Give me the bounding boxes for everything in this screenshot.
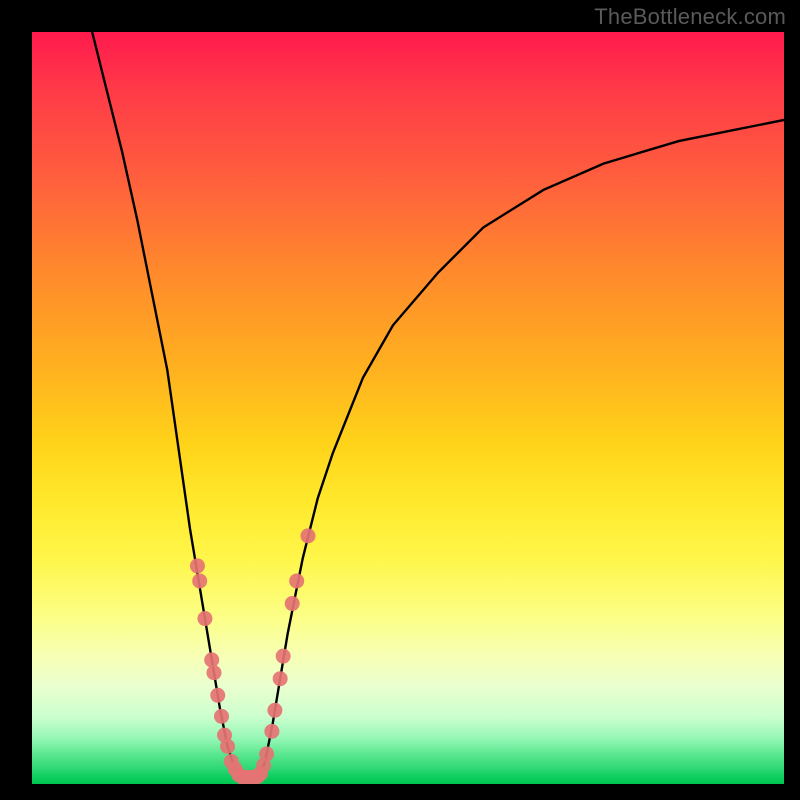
data-dot — [206, 665, 221, 680]
data-dot — [204, 652, 219, 667]
data-dot — [285, 596, 300, 611]
data-dot — [197, 611, 212, 626]
data-dot — [300, 528, 315, 543]
data-dot — [273, 671, 288, 686]
data-dot — [264, 724, 279, 739]
data-dot — [190, 558, 205, 573]
chart-svg — [32, 32, 784, 784]
data-dot — [192, 573, 207, 588]
data-dot — [259, 746, 274, 761]
data-dot — [210, 688, 225, 703]
data-dot — [289, 573, 304, 588]
data-dot — [220, 739, 235, 754]
data-dot — [267, 703, 282, 718]
left-curve — [92, 32, 242, 780]
data-dot — [276, 649, 291, 664]
data-dot — [214, 709, 229, 724]
plot-area — [32, 32, 784, 784]
chart-frame: TheBottleneck.com — [0, 0, 800, 800]
watermark-text: TheBottleneck.com — [594, 4, 786, 30]
right-curve — [258, 120, 784, 780]
